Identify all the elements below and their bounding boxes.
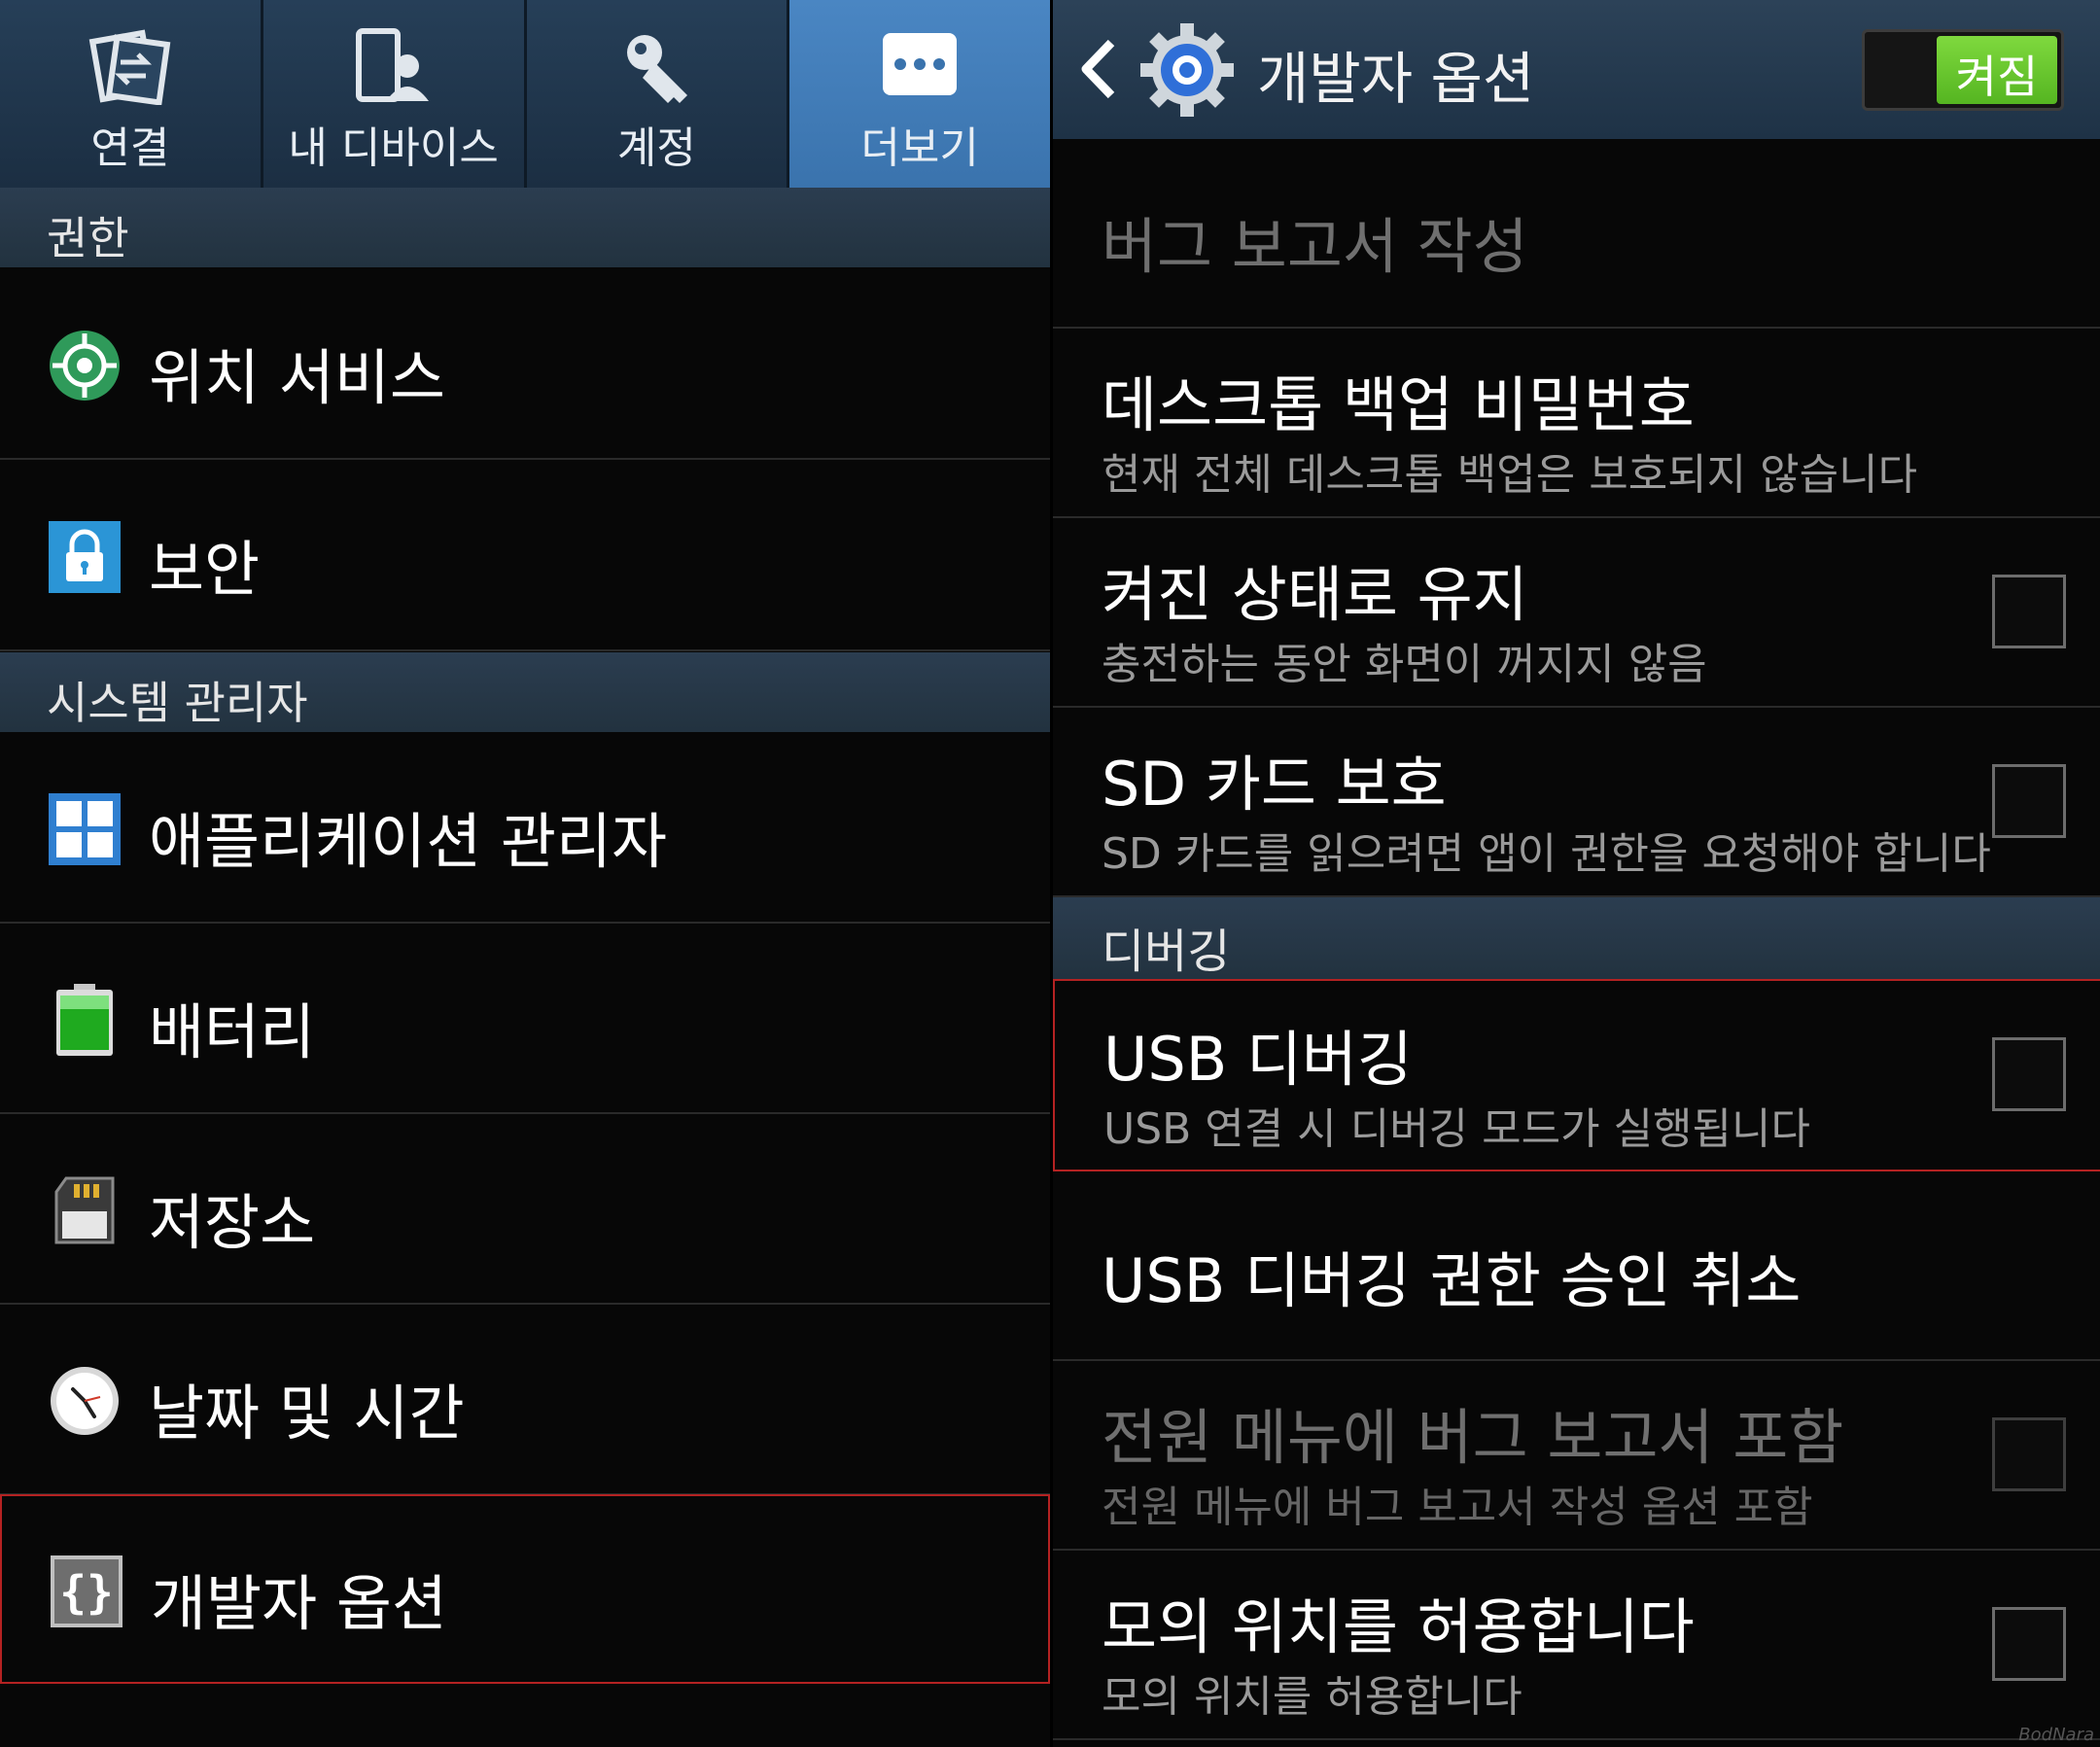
apps-grid-icon — [49, 793, 121, 865]
option-take-bug-report: 버그 보고서 작성 — [1053, 139, 2100, 329]
option-title: 켜진 상태로 유지 — [1102, 559, 1528, 630]
option-protect-sd-card[interactable]: SD 카드 보호 SD 카드를 읽으려면 앱이 권한을 요청해야 합니다 — [1053, 708, 2100, 897]
stay-awake-checkbox[interactable] — [1992, 575, 2066, 648]
gear-icon — [1140, 23, 1234, 117]
option-subtitle: USB 연결 시 디버깅 모드가 실행됩니다 — [1103, 1104, 1810, 1154]
option-revoke-usb-debugging[interactable]: USB 디버깅 권한 승인 취소 — [1053, 1171, 2100, 1361]
option-subtitle: 충전하는 동안 화면이 꺼지지 않음 — [1102, 640, 1707, 689]
tab-label: 내 디바이스 — [288, 123, 499, 173]
option-subtitle: SD 카드를 읽으려면 앱이 권한을 요청해야 합니다 — [1102, 829, 1991, 879]
section-title: 디버깅 — [1102, 925, 1231, 979]
menu-item-label: 보안 — [149, 534, 261, 605]
developer-options-panel: 개발자 옵션 켜짐 버그 보고서 작성 데스크톱 백업 비밀번호 현재 전체 데… — [1050, 0, 2100, 1747]
settings-tab-bar: 연결 내 디바이스 계정 더보기 — [0, 0, 1050, 188]
option-title: USB 디버깅 — [1103, 1024, 1414, 1095]
toggle-label: 켜짐 — [1955, 51, 2039, 103]
connection-icon — [88, 29, 171, 105]
option-title: 버그 보고서 작성 — [1102, 211, 1528, 282]
section-header-debugging: 디버깅 — [1053, 897, 2100, 979]
menu-item-location-services[interactable]: 위치 서비스 — [0, 270, 1050, 460]
battery-icon — [56, 984, 113, 1056]
option-desktop-backup-password[interactable]: 데스크톱 백업 비밀번호 현재 전체 데스크톱 백업은 보호되지 않습니다 — [1053, 329, 2100, 518]
watermark: BodNara — [2018, 1725, 2094, 1745]
menu-item-battery[interactable]: 배터리 — [0, 925, 1050, 1114]
section-header-system-manager: 시스템 관리자 — [0, 652, 1050, 732]
section-title: 시스템 관리자 — [47, 677, 308, 729]
action-bar: 개발자 옵션 켜짐 — [1053, 0, 2100, 139]
option-subtitle: 현재 전체 데스크톱 백업은 보호되지 않습니다 — [1102, 450, 1918, 500]
option-title: 전원 메뉴에 버그 보고서 포함 — [1102, 1402, 1844, 1473]
tab-label: 더보기 — [860, 123, 979, 173]
my-device-icon — [355, 28, 429, 102]
power-menu-bug-report-checkbox — [1992, 1417, 2066, 1491]
option-allow-mock-locations[interactable]: 모의 위치를 허용합니다 모의 위치를 허용합니다 — [1053, 1551, 2100, 1740]
menu-item-security[interactable]: 보안 — [0, 462, 1050, 651]
allow-mock-locations-checkbox[interactable] — [1992, 1607, 2066, 1681]
key-icon — [627, 35, 688, 103]
braces-icon: {} — [51, 1555, 122, 1627]
back-arrow-icon[interactable] — [1076, 37, 1119, 101]
menu-item-application-manager[interactable]: 애플리케이션 관리자 — [0, 734, 1050, 924]
tab-my-device[interactable]: 내 디바이스 — [263, 0, 527, 188]
sd-card-icon — [54, 1176, 115, 1244]
developer-options-toggle[interactable]: 켜짐 — [1862, 29, 2064, 111]
tab-connections[interactable]: 연결 — [0, 0, 263, 188]
tab-accounts[interactable]: 계정 — [527, 0, 790, 188]
protect-sd-card-checkbox[interactable] — [1992, 764, 2066, 838]
option-power-menu-bug-report: 전원 메뉴에 버그 보고서 포함 전원 메뉴에 버그 보고서 작성 옵션 포함 — [1053, 1361, 2100, 1551]
section-title: 권한 — [47, 212, 129, 264]
svg-text:{}: {} — [59, 1566, 113, 1619]
section-header-permissions: 권한 — [0, 188, 1050, 267]
menu-item-storage[interactable]: 저장소 — [0, 1115, 1050, 1305]
menu-item-label: 날짜 및 시간 — [149, 1378, 465, 1449]
tab-label: 계정 — [616, 123, 696, 173]
menu-item-label: 배터리 — [149, 996, 316, 1067]
lock-icon — [49, 521, 121, 593]
menu-item-label: 애플리케이션 관리자 — [149, 806, 668, 877]
menu-item-label: 개발자 옵션 — [151, 1568, 447, 1639]
menu-item-label: 위치 서비스 — [149, 342, 445, 413]
option-subtitle: 모의 위치를 허용합니다 — [1102, 1672, 1522, 1722]
menu-item-date-time[interactable]: 날짜 및 시간 — [0, 1306, 1050, 1495]
option-subtitle: 전원 메뉴에 버그 보고서 작성 옵션 포함 — [1102, 1483, 1813, 1532]
option-title: SD 카드 보호 — [1102, 749, 1447, 820]
menu-item-label: 저장소 — [149, 1187, 316, 1258]
toggle-knob: 켜짐 — [1937, 36, 2057, 104]
tab-label: 연결 — [90, 123, 170, 173]
tab-more[interactable]: 더보기 — [789, 0, 1050, 188]
option-title: 데스크톱 백업 비밀번호 — [1102, 369, 1695, 440]
option-title: 모의 위치를 허용합니다 — [1102, 1591, 1695, 1662]
page-title: 개발자 옵션 — [1257, 46, 1535, 112]
menu-item-developer-options[interactable]: {} 개발자 옵션 — [0, 1494, 1050, 1684]
settings-panel: 연결 내 디바이스 계정 더보기 권한 위치 서비스 보안 시스템 관리자 애플… — [0, 0, 1050, 1747]
more-icon — [883, 33, 958, 95]
location-icon — [50, 331, 120, 401]
option-stay-awake[interactable]: 켜진 상태로 유지 충전하는 동안 화면이 꺼지지 않음 — [1053, 518, 2100, 708]
option-usb-debugging[interactable]: USB 디버깅 USB 연결 시 디버깅 모드가 실행됩니다 — [1053, 979, 2100, 1171]
clock-icon — [51, 1367, 119, 1435]
option-title: USB 디버깅 권한 승인 취소 — [1102, 1245, 1802, 1316]
usb-debugging-checkbox[interactable] — [1992, 1037, 2066, 1111]
